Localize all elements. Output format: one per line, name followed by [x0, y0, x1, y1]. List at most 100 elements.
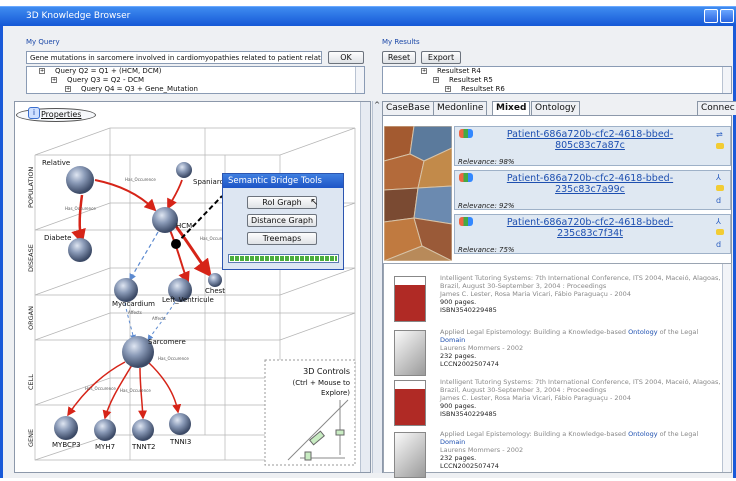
node-myh7 — [94, 419, 116, 441]
node-tnnt2 — [132, 419, 154, 441]
tree-item[interactable]: + Query Q4 = Q3 + Gene_Mutation — [27, 85, 364, 93]
tab-medonline[interactable]: Medonline — [433, 101, 488, 115]
edge-label: Has_Occurence — [85, 386, 116, 391]
book-title: Applied Legal Epistemology: Building a K… — [440, 328, 699, 344]
node-mybcp3 — [54, 416, 78, 440]
book-details: Intelligent Tutoring Systems: 7th Intern… — [440, 274, 725, 314]
node-label: TNNT2 — [131, 443, 155, 451]
attach-icon[interactable]: d — [716, 240, 721, 249]
results-tree-scrollbar[interactable] — [722, 67, 731, 93]
patients-icon — [459, 217, 473, 226]
node-hcm — [152, 207, 178, 233]
comment-icon[interactable] — [716, 143, 724, 149]
book-lccn: LCCN2002507474 — [440, 360, 499, 368]
book-item[interactable]: Intelligent Tutoring Systems: 7th Intern… — [383, 270, 731, 325]
results-tree[interactable]: + Resultset R4 + Resultset R5 + Resultset R… — [382, 66, 732, 94]
restore-button[interactable] — [704, 9, 718, 23]
node-label: Chest — [205, 287, 225, 295]
patient-card[interactable]: Patient-686a720b-cfc2-4618-bbed- 805c83c7… — [454, 126, 731, 166]
controls-3d-hint: (Ctrl + Mouse to — [293, 379, 350, 387]
node-diabete — [68, 238, 92, 262]
book-cover-image — [394, 276, 426, 322]
edge — [71, 194, 86, 245]
book-title: Intelligent Tutoring Systems: 7th Intern… — [440, 274, 721, 290]
node-label: Myocardium — [112, 300, 155, 308]
treemaps-button[interactable]: Treemaps — [247, 232, 317, 245]
book-pages: 232 pages. — [440, 454, 477, 462]
query-tree-scrollbar[interactable] — [355, 67, 364, 93]
relevance-label: Relevance: 92% — [458, 202, 515, 210]
patient-link[interactable]: Patient-686a720b-cfc2-4618-bbed- 235c83c7… — [475, 173, 705, 195]
node-spaniard — [176, 162, 192, 178]
layer-label-disease: DISEASE — [27, 244, 35, 272]
edge-label: Affects — [128, 310, 142, 315]
patient-card[interactable]: Patient-686a720b-cfc2-4618-bbed- 235c83c7… — [454, 170, 731, 210]
knowledge-graph-3d[interactable]: POPULATION DISEASE ORGAN CELL GENE Has_O… — [14, 118, 360, 472]
edge-label: Has_Occurence — [158, 356, 189, 361]
comment-icon[interactable] — [716, 229, 724, 235]
tab-mixed[interactable]: Mixed — [492, 101, 531, 115]
book-item[interactable]: Applied Legal Epistemology: Building a K… — [383, 324, 731, 379]
book-isbn: ISBN3540229485 — [440, 306, 497, 314]
tree-icon[interactable]: ⅄ — [716, 217, 721, 226]
tree-item[interactable]: + Query Q3 = Q2 - DCM — [27, 76, 364, 85]
tree-item[interactable]: + Resultset R5 — [383, 76, 731, 85]
node-label: Sarcomere — [148, 338, 186, 346]
right-pane-left-scroll — [372, 101, 382, 473]
attach-icon[interactable]: d — [716, 196, 721, 205]
book-item[interactable]: Applied Legal Epistemology: Building a K… — [383, 426, 731, 481]
roi-graph-button[interactable]: RoI Graph — [247, 196, 317, 209]
node-label: Relative — [42, 159, 70, 167]
book-isbn: ISBN3540229485 — [440, 410, 497, 418]
close-button[interactable] — [720, 9, 734, 23]
graph-scrollbar[interactable] — [360, 102, 370, 472]
node-label: HCM — [176, 222, 192, 230]
reset-button[interactable]: Reset — [382, 51, 416, 64]
treemap-voronoi-map[interactable] — [384, 126, 452, 261]
tree-item[interactable]: + Resultset R6 — [383, 85, 731, 93]
book-cover-image — [394, 330, 426, 376]
query-input[interactable]: Gene mutations in sarcomere involved in … — [26, 51, 322, 64]
node-myocardium — [114, 278, 138, 302]
book-authors: James C. Lester, Rosa Maria Vicari, Fábi… — [440, 394, 608, 402]
export-button[interactable]: Export — [421, 51, 461, 64]
distance-graph-button[interactable]: Distance Graph — [247, 214, 317, 227]
layer-labels: POPULATION DISEASE ORGAN CELL GENE — [27, 167, 35, 447]
tree-item[interactable]: + Query Q2 = Q1 + (HCM, DCM) — [27, 67, 364, 76]
bridge-anchor — [171, 239, 181, 249]
tree-item[interactable]: + Resultset R4 — [383, 67, 731, 76]
pan-handle — [304, 451, 312, 461]
edge — [167, 179, 183, 210]
book-item[interactable]: Intelligent Tutoring Systems: 7th Intern… — [383, 374, 731, 429]
edge — [124, 302, 136, 341]
controls-3d-hint: Explore) — [321, 389, 350, 397]
node-label: MYBCP3 — [52, 441, 81, 449]
scroll-up-icon[interactable]: ^ — [372, 101, 382, 111]
node-label: Diabete — [44, 234, 71, 242]
edge-label: Has_Occurence — [125, 177, 156, 182]
query-tree[interactable]: + Query Q2 = Q1 + (HCM, DCM) + Query Q3 = … — [26, 66, 365, 94]
book-pages: 232 pages. — [440, 352, 477, 360]
window-title: 3D Knowledge Browser — [26, 11, 131, 21]
edge-label: Has_Occurence — [120, 388, 151, 393]
book-details: Intelligent Tutoring Systems: 7th Intern… — [440, 378, 725, 418]
layer-label-organ: ORGAN — [27, 306, 35, 330]
book-cover-image — [394, 380, 426, 426]
patient-card[interactable]: Patient-686a720b-cfc2-4618-bbed- 235c83c7… — [454, 214, 731, 254]
book-cover-image — [394, 432, 426, 478]
patient-link[interactable]: Patient-686a720b-cfc2-4618-bbed- 235c83c7… — [475, 217, 705, 239]
tab-casebase[interactable]: CaseBase — [382, 101, 434, 115]
tree-icon[interactable]: ⅄ — [716, 173, 721, 182]
tab-connec[interactable]: Connec — [697, 101, 736, 115]
comment-icon[interactable] — [716, 185, 724, 191]
book-authors: James C. Lester, Rosa Maria Vicari, Fábi… — [440, 290, 608, 298]
title-bar: 3D Knowledge Browser — [0, 6, 736, 26]
patient-link[interactable]: Patient-686a720b-cfc2-4618-bbed- 805c83c7… — [475, 129, 705, 151]
ok-button[interactable]: OK — [328, 51, 364, 64]
layer-label-cell: CELL — [27, 374, 35, 390]
share-icon[interactable]: ⇌ — [716, 130, 723, 139]
tab-ontology[interactable]: Ontology — [531, 101, 580, 115]
book-authors: Laurens Mommers — [440, 446, 501, 454]
node-tnni3 — [169, 413, 191, 435]
node-label: Left_Ventricule — [162, 296, 214, 304]
